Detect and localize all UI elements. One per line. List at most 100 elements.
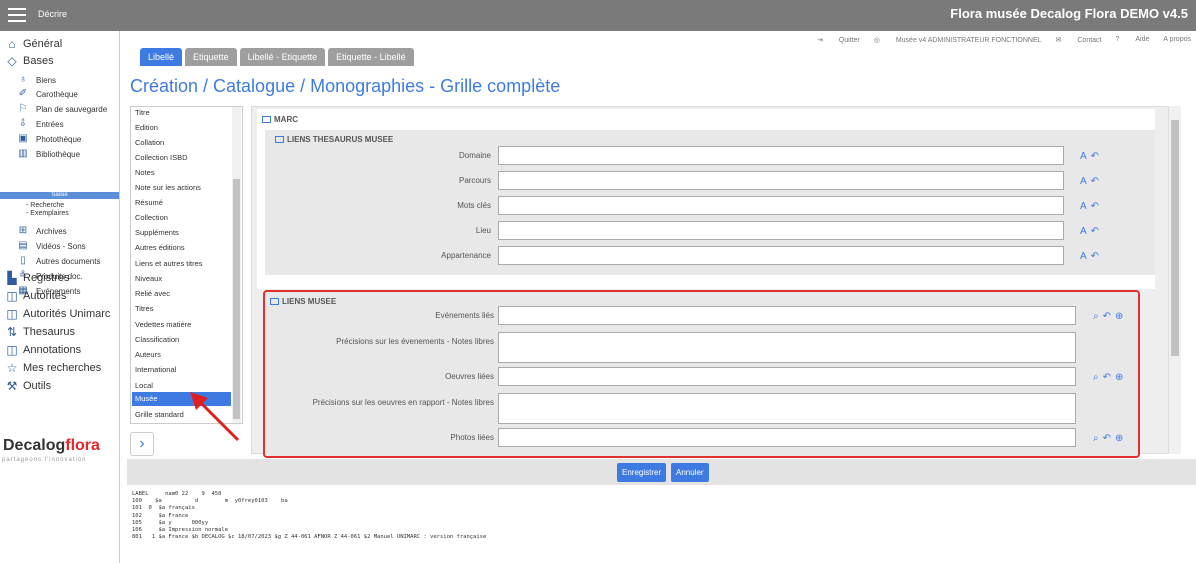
sidebar-item-recherche[interactable]: - Recherche <box>26 202 64 209</box>
parcours-input[interactable] <box>498 171 1064 190</box>
menu-icon[interactable] <box>8 8 26 22</box>
form-scroll-thumb[interactable] <box>1171 120 1179 356</box>
sidebar-item-mes-recherches[interactable]: ☆ Mes recherches <box>6 362 102 374</box>
text-format-icon[interactable]: A <box>1080 176 1087 187</box>
tab-libelle-etiquette[interactable]: Libellé - Etiquette <box>239 48 326 66</box>
sidebar-item-bases[interactable]: ◇ Bases <box>6 55 53 67</box>
search-icon[interactable]: ⌕ <box>1093 372 1099 383</box>
undo-icon[interactable]: ↶ <box>1091 151 1099 162</box>
search-icon[interactable]: ⌕ <box>1093 311 1099 322</box>
sidebar-item-outils[interactable]: ⚒ Outils <box>6 380 52 392</box>
field-item-classification[interactable]: Classification <box>135 335 179 344</box>
sidebar-item-bibliotheque[interactable]: ▥ Bibliothèque <box>18 149 80 159</box>
field-item-vedettes-matiere[interactable]: Vedettes matière <box>135 320 191 329</box>
quit-link[interactable]: ⇥ Quitter <box>817 36 860 44</box>
field-item-autres-editions[interactable]: Autres éditions <box>135 243 185 252</box>
field-label-lieu: Lieu <box>475 226 491 235</box>
sidebar-item-entrees[interactable]: ⇩ Entrées <box>18 119 64 129</box>
sidebar-item-exemplaires[interactable]: - Exemplaires <box>26 210 69 217</box>
musee-links-section: LIENS MUSEE Evénements liés ⌕ ↶ ⊕ Précisio… <box>263 290 1140 458</box>
sidebar-item-registres[interactable]: ▙ Registres <box>6 272 69 284</box>
field-item-collection[interactable]: Collection <box>135 213 168 222</box>
cancel-button[interactable]: Annuler <box>671 463 709 482</box>
field-item-grille-standard[interactable]: Grille standard <box>135 410 184 419</box>
photos-liees-actions: ⌕ ↶ ⊕ <box>1093 433 1123 444</box>
field-item-relie-avec[interactable]: Relié avec <box>135 289 170 298</box>
field-item-resume[interactable]: Résumé <box>135 198 163 207</box>
field-item-notes[interactable]: Notes <box>135 168 155 177</box>
sidebar-item-autorites[interactable]: ◫ Autorités <box>6 290 66 302</box>
field-item-titres[interactable]: Titres <box>135 304 153 313</box>
sidebar-item-phototheque[interactable]: ▣ Photothèque <box>18 134 81 144</box>
sidebar-item-annotations[interactable]: ◫ Annotations <box>6 344 81 356</box>
field-list-scrollbar[interactable] <box>232 107 241 423</box>
field-item-niveaux[interactable]: Niveaux <box>135 274 162 283</box>
text-format-icon[interactable]: A <box>1080 201 1087 212</box>
sidebar-item-archives[interactable]: ⊞ Archives <box>18 226 67 236</box>
user-link[interactable]: ◎ Musée v4 ADMINISTRATEUR FONCTIONNEL <box>874 36 1042 44</box>
undo-icon[interactable]: ↶ <box>1091 201 1099 212</box>
field-item-local[interactable]: Local <box>135 381 153 390</box>
evenements-lies-input[interactable] <box>498 306 1076 325</box>
tab-libelle[interactable]: Libellé <box>140 48 183 66</box>
search-icon[interactable]: ⌕ <box>1093 433 1099 444</box>
about-link[interactable]: A propos <box>1163 36 1191 44</box>
photos-liees-input[interactable] <box>498 428 1076 447</box>
add-icon[interactable]: ⊕ <box>1115 372 1123 383</box>
folder-icon <box>270 298 279 305</box>
field-label-appartenance: Appartenance <box>441 251 491 260</box>
appartenance-input[interactable] <box>498 246 1064 265</box>
field-item-note-actions[interactable]: Note sur les actions <box>135 183 201 192</box>
field-item-collation[interactable]: Collation <box>135 138 164 147</box>
field-item-auteurs[interactable]: Auteurs <box>135 350 161 359</box>
undo-icon[interactable]: ↶ <box>1091 251 1099 262</box>
undo-icon[interactable]: ↶ <box>1103 433 1111 444</box>
text-format-icon[interactable]: A <box>1080 251 1087 262</box>
registres-icon: ▙ <box>7 271 17 285</box>
field-item-international[interactable]: International <box>135 365 176 374</box>
undo-icon[interactable]: ↶ <box>1103 372 1111 383</box>
undo-icon[interactable]: ↶ <box>1091 176 1099 187</box>
add-icon[interactable]: ⊕ <box>1115 311 1123 322</box>
add-icon[interactable]: ⊕ <box>1115 433 1123 444</box>
tab-etiquette-libelle[interactable]: Etiquette - Libellé <box>328 48 414 66</box>
next-button[interactable]: › <box>130 432 154 456</box>
text-format-icon[interactable]: A <box>1080 151 1087 162</box>
field-item-supplements[interactable]: Suppléments <box>135 228 179 237</box>
sidebar-item-biens[interactable]: ♁ Biens <box>18 75 56 85</box>
book-icon: ◫ <box>6 343 18 357</box>
field-list-scroll-thumb[interactable] <box>233 179 240 419</box>
form-scrollbar[interactable] <box>1169 106 1181 454</box>
field-item-collection-isbd[interactable]: Collection ISBD <box>135 153 188 162</box>
field-label-mots-cles: Mots clés <box>457 201 491 210</box>
undo-icon[interactable]: ↶ <box>1091 226 1099 237</box>
tab-etiquette[interactable]: Etiquette <box>185 48 237 66</box>
mots-cles-input[interactable] <box>498 196 1064 215</box>
field-label-oeuvres-liees: Oeuvres liées <box>445 372 494 381</box>
contact-link[interactable]: ✉ Contact <box>1056 36 1102 44</box>
lieu-input[interactable] <box>498 221 1064 240</box>
marc-header[interactable]: MARC <box>262 115 298 124</box>
precisions-oeuvres-textarea[interactable] <box>498 393 1076 424</box>
save-button[interactable]: Enregistrer <box>617 463 667 482</box>
precisions-evenements-textarea[interactable] <box>498 332 1076 363</box>
sidebar-item-carotheque[interactable]: ✐ Carothèque <box>18 89 78 99</box>
text-format-icon[interactable]: A <box>1080 226 1087 237</box>
oeuvres-liees-input[interactable] <box>498 367 1076 386</box>
thesaurus-header[interactable]: LIENS THESAURUS MUSEE <box>275 135 393 144</box>
undo-icon[interactable]: ↶ <box>1103 311 1111 322</box>
help-link[interactable]: ? Aide <box>1116 36 1150 44</box>
domaine-input[interactable] <box>498 146 1064 165</box>
field-item-titre[interactable]: Titre <box>135 108 150 117</box>
sidebar-item-saisie[interactable]: Saisie <box>0 192 119 199</box>
mots-cles-actions: A ↶ <box>1080 201 1099 212</box>
musee-header[interactable]: LIENS MUSEE <box>270 297 336 306</box>
sidebar-item-videos[interactable]: ▤ Vidéos - Sons <box>18 241 85 251</box>
sidebar-item-thesaurus[interactable]: ⇅ Thesaurus <box>6 326 75 338</box>
sidebar-item-autres-documents[interactable]: ▯ Autres documents <box>18 256 100 266</box>
field-item-edition[interactable]: Edition <box>135 123 158 132</box>
sidebar-item-general[interactable]: ⌂ Général <box>6 38 62 50</box>
sidebar-item-autorites-unimarc[interactable]: ◫ Autorités Unimarc <box>6 308 110 320</box>
field-item-liens-autres-titres[interactable]: Liens et autres titres <box>135 259 203 268</box>
sidebar-item-plan-sauvegarde[interactable]: ⚐ Plan de sauvegarde <box>18 104 108 114</box>
